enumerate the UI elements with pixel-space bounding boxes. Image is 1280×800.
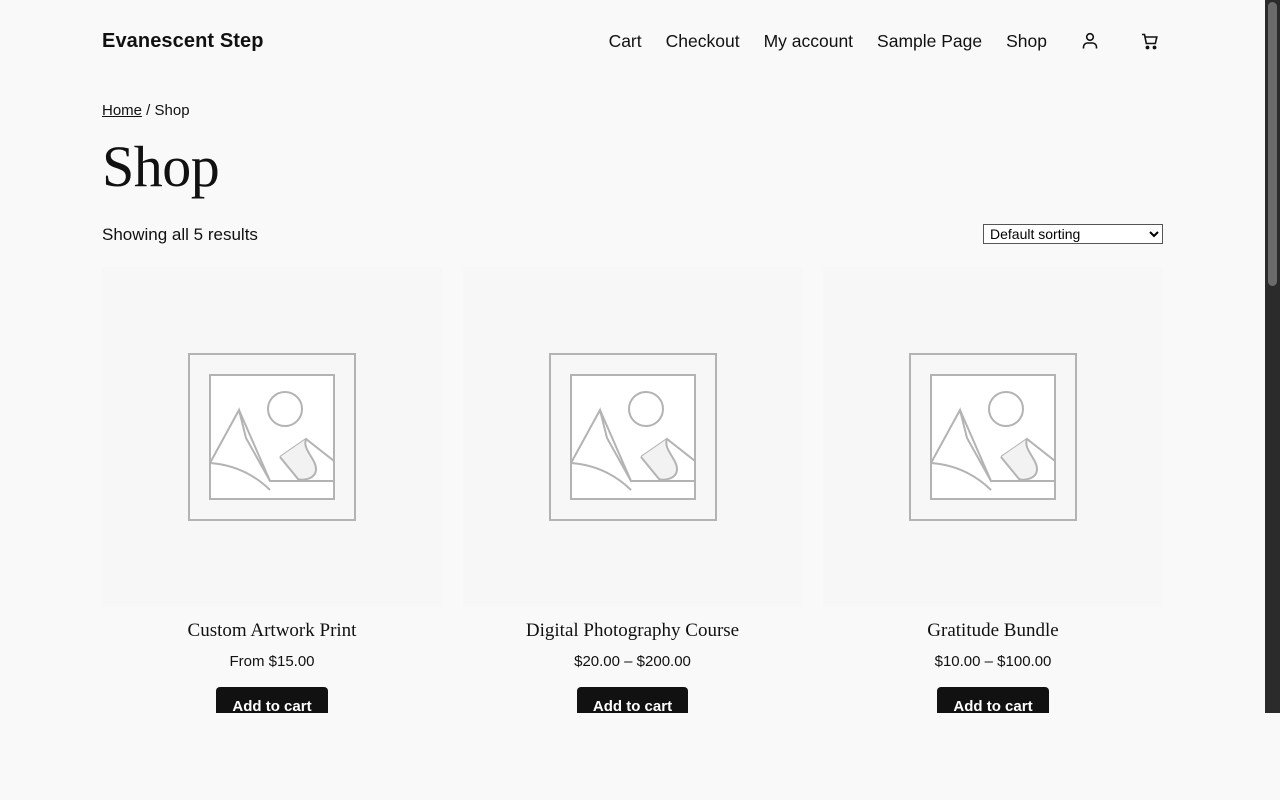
site-title[interactable]: Evanescent Step: [102, 30, 264, 53]
product-price: $10.00 – $100.00: [934, 653, 1052, 670]
product-grid: Custom Artwork Print From $15.00 Add to …: [102, 267, 1163, 713]
placeholder-image-icon: [188, 353, 356, 521]
product-card: Custom Artwork Print From $15.00 Add to …: [102, 267, 442, 713]
site-header: Evanescent Step Cart Checkout My account…: [102, 0, 1163, 82]
product-title[interactable]: Custom Artwork Print: [102, 619, 442, 643]
product-image[interactable]: [823, 267, 1163, 607]
breadcrumb: Home / Shop: [102, 102, 190, 119]
page-title: Shop: [102, 134, 220, 199]
breadcrumb-separator: /: [142, 102, 155, 119]
bottom-blank-area: [0, 713, 1280, 800]
placeholder-image-icon: [548, 353, 717, 521]
page-viewport: Evanescent Step Cart Checkout My account…: [0, 0, 1265, 713]
add-to-cart-button[interactable]: Add to cart: [937, 687, 1049, 713]
scrollbar-thumb[interactable]: [1268, 2, 1277, 286]
user-icon[interactable]: [1077, 28, 1103, 54]
add-to-cart-button[interactable]: Add to cart: [216, 687, 328, 713]
nav-checkout[interactable]: Checkout: [666, 31, 740, 52]
main-navigation: Cart Checkout My account Sample Page Sho…: [609, 28, 1163, 54]
breadcrumb-home[interactable]: Home: [102, 102, 142, 119]
shopping-cart-icon[interactable]: [1137, 28, 1163, 54]
add-to-cart-button[interactable]: Add to cart: [576, 687, 689, 713]
product-title[interactable]: Digital Photography Course: [463, 619, 803, 643]
sorting-select[interactable]: Default sorting: [983, 224, 1163, 244]
placeholder-image-icon: [909, 353, 1077, 521]
nav-sample-page[interactable]: Sample Page: [877, 31, 982, 52]
vertical-scrollbar[interactable]: [1265, 0, 1280, 713]
product-card: Gratitude Bundle $10.00 – $100.00 Add to…: [823, 267, 1163, 713]
nav-shop[interactable]: Shop: [1006, 31, 1047, 52]
product-title[interactable]: Gratitude Bundle: [823, 619, 1163, 643]
breadcrumb-current: Shop: [154, 102, 190, 119]
nav-my-account[interactable]: My account: [764, 31, 853, 52]
product-price: From $15.00: [229, 653, 315, 670]
product-price: $20.00 – $200.00: [574, 653, 691, 670]
nav-cart[interactable]: Cart: [609, 31, 642, 52]
product-image[interactable]: [102, 267, 442, 607]
product-card: Digital Photography Course $20.00 – $200…: [462, 267, 803, 713]
product-image[interactable]: [462, 267, 803, 607]
result-count: Showing all 5 results: [102, 225, 258, 244]
